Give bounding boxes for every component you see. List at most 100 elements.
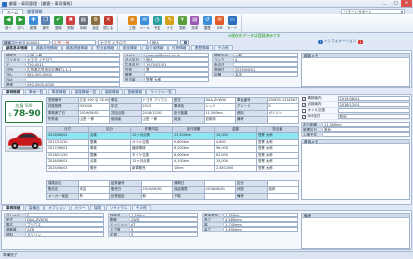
vehicle-side-label: 入庫予定 <box>301 131 323 137</box>
toolbar-settings-button[interactable]: ⚙ 設定 <box>90 15 103 32</box>
toolbar-schedule-button[interactable]: ◷ 予定 <box>151 15 164 32</box>
toolbar-forward-arrow-label: 次へ <box>17 25 25 30</box>
plate-kana: な <box>8 111 12 117</box>
customer-right-field[interactable]: 本店 <box>234 72 298 78</box>
toolbar-copy-button[interactable]: ❐ 複写 <box>40 15 53 32</box>
notice-settings: ✓ 車検案内 2019/06/01 ✓ 点検案内 2018/12/01 オイル交換 ✓ DM送付… <box>301 96 410 120</box>
car-front-hub <box>13 143 17 147</box>
close-icon: ✕ <box>103 16 113 25</box>
notice-value-field[interactable] <box>337 108 410 113</box>
vehicle-spec-value[interactable]: 広島 500 な 78-90 <box>77 96 110 104</box>
plate-class-number: 500 <box>24 102 33 108</box>
toolbar-card-label: カード <box>227 25 238 30</box>
detail-left-row: 燃料 ガソリン <box>4 232 104 238</box>
toolbar-save-button[interactable]: ✔ 登録 <box>52 15 65 32</box>
vehicle-panel: 広島 500 な 78-90 登録番号 広島 500 な 78-90 車名 トヨタ プ… <box>1 93 412 205</box>
toolbar-forward-arrow-button[interactable]: ▶ 次へ <box>15 15 28 32</box>
vehicle-extra-label: 下取 <box>172 192 205 200</box>
settings-icon: ⚙ <box>91 16 101 25</box>
vehicle-side-row: 入庫予定 <box>301 131 410 137</box>
toolbar-schedule-label: 予定 <box>153 25 161 30</box>
notice-checkbox[interactable]: ✓ <box>302 114 306 119</box>
vehicle-spec-label: 備考 <box>235 116 268 124</box>
toolbar-estimate-button[interactable]: ¥ 見積 <box>176 15 189 32</box>
card-icon: ▭ <box>227 16 237 25</box>
customer-code-field[interactable]: 000001 <box>24 39 50 45</box>
window-controls: _ □ × <box>379 0 412 8</box>
new-document-icon: ✚ <box>28 16 38 25</box>
customer-left-field[interactable]: 090-0000-0000 <box>26 82 120 88</box>
maximize-button[interactable]: □ <box>390 0 401 7</box>
customer-kana-field[interactable]: ヤマダ イチロウ <box>98 39 148 45</box>
info-icon[interactable]: i <box>318 39 323 45</box>
toolbar-delete-button[interactable]: ✖ 削除 <box>65 15 78 32</box>
history-row[interactable]: 2015/06/01 販売 新車販売 10km 2,450,000 営業 太郎 <box>46 164 299 172</box>
license-plate: 広島 500 な 78-90 <box>5 100 43 123</box>
customer-panel: 顧客名 山田 一郎 フリガナ ヤマダ イチロウ〒 730-0011 住所 広島県広島市中区基… <box>1 50 412 88</box>
customer-middle-field[interactable]: 営業 太郎 <box>145 77 209 83</box>
toolbar-close-label: 閉じる <box>103 25 114 30</box>
vehicle-spec-value[interactable]: ZVW30-1234567 <box>266 96 299 104</box>
detail-left-field[interactable]: ガソリン <box>26 232 104 238</box>
toolbar-close-button[interactable]: ✕ 閉じる <box>102 15 115 32</box>
window-title: 顧客・車両管理 - [顧客・車両情報] <box>9 1 73 6</box>
minimize-button[interactable]: _ <box>379 0 390 7</box>
notice-checkbox[interactable] <box>302 108 306 113</box>
detail-left-label: 燃料 <box>4 232 26 238</box>
notice-label: 点検案内 <box>307 101 322 106</box>
support-dropdown[interactable]: リモートサポート ▼ <box>341 8 405 14</box>
toolbar-history-button[interactable]: ↺ 履歴 <box>201 15 214 32</box>
customer-memo-textarea[interactable] <box>301 57 410 87</box>
vehicle-extra-value[interactable] <box>266 192 299 200</box>
estimate-icon: ¥ <box>177 16 187 25</box>
toolbar-print-button[interactable]: ▤ 印刷 <box>77 15 90 32</box>
customer-fields-left: 顧客名 山田 一郎 フリガナ ヤマダ イチロウ〒 730-0011 住所 広島県広島市中区基… <box>4 52 120 88</box>
toolbar-process-button[interactable]: ≡ 工程 <box>126 15 139 32</box>
toolbar-invoice-button[interactable]: ▤ 請求 <box>189 15 202 32</box>
vehicle-spec-value[interactable]: 山田 一郎 <box>140 116 173 124</box>
customer-right-row: 店舗 本店 <box>212 72 298 78</box>
notice-checkbox[interactable]: ✓ <box>302 102 306 107</box>
detail-fields-middle: 排気量 1,790cc 駆動 2WD ミッション AT ドア数 5 定員 5 <box>108 212 198 238</box>
detail-panel: グレード S 型式 DAA-ZVW30 車名 プリウス 原動機 2ZR 燃料 ガソリン 排気量 1,… <box>1 210 412 250</box>
information-link[interactable]: インフォメーション <box>324 40 356 44</box>
toolbar-memo-button[interactable]: ✎ メモ <box>164 15 177 32</box>
notice-value-field[interactable]: 有効 <box>337 114 410 119</box>
mail-icon: ✉ <box>140 16 150 25</box>
customer-type-select[interactable]: 個人 <box>150 39 178 45</box>
customer-search-button[interactable] <box>180 39 189 45</box>
toolbar-card-button[interactable]: ▭ カード <box>226 15 239 32</box>
record-status-message: ※現在のデータは登録済みです <box>228 33 281 38</box>
toolbar-new-document-button[interactable]: ✚ 新規 <box>27 15 40 32</box>
vehicle-spec-value[interactable] <box>266 116 299 124</box>
toolbar-mail-button[interactable]: ✉ メール <box>139 15 152 32</box>
vehicle-photo[interactable] <box>5 125 43 152</box>
notice-value-field[interactable]: 2018/12/01 <box>337 102 410 107</box>
vehicle-extra-value[interactable]: 無 <box>140 192 173 200</box>
vehicle-side-field[interactable] <box>323 131 410 137</box>
notice-checkbox[interactable]: ✓ <box>302 96 306 101</box>
toolbar-settings-label: 設定 <box>92 25 100 30</box>
close-window-button[interactable]: × <box>401 0 412 7</box>
toolbar-estimate-label: 見積 <box>178 25 186 30</box>
notice-value-field[interactable]: 2019/06/01 <box>337 96 410 101</box>
vehicle-memo-textarea[interactable] <box>301 143 410 200</box>
schedule-icon: ◷ <box>152 16 162 25</box>
detail-right-field[interactable]: 1,490mm <box>224 227 298 233</box>
customer-name-field[interactable]: 山田 一郎 <box>52 39 96 45</box>
delete-icon: ✖ <box>66 16 76 25</box>
vehicle-spec-value[interactable]: 自家用 <box>203 116 236 124</box>
detail-memo-textarea[interactable] <box>301 217 410 249</box>
vehicle-extra-value[interactable]: 有 <box>77 192 110 200</box>
detail-middle-field[interactable]: 5 <box>130 232 198 238</box>
search-icon <box>183 41 187 45</box>
process-icon: ≡ <box>127 16 137 25</box>
vehicle-extra-value[interactable] <box>203 192 236 200</box>
customer-left-label: 携帯 <box>4 82 26 88</box>
detail-fields-left: グレード S 型式 DAA-ZVW30 車名 プリウス 原動機 2ZR 燃料 ガソリン <box>4 212 104 238</box>
toolbar-dm-button[interactable]: ✉ DM <box>214 15 227 32</box>
detail-middle-label: 定員 <box>108 232 130 238</box>
toolbar-back-arrow-button[interactable]: ◀ 前へ <box>2 15 15 32</box>
vehicle-spec-value[interactable]: 山田 一郎 <box>77 116 110 124</box>
vehicle-side-fields: 走行距離 11,500km 管理区分 有効 入庫予定 <box>301 122 410 137</box>
